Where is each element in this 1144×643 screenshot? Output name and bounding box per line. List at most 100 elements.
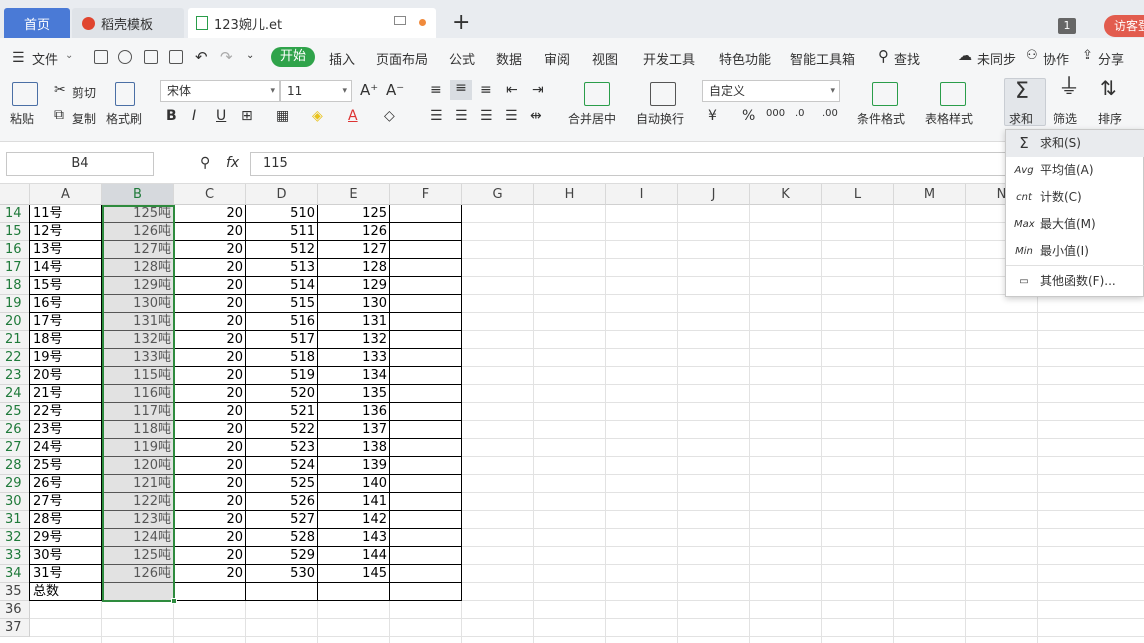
print-icon[interactable] [144,50,158,64]
sort-icon[interactable]: ⇅ [1100,78,1117,98]
tab-template[interactable]: 稻壳模板 [72,8,184,38]
align-left-icon[interactable]: ☰ [430,108,443,124]
thousands-button[interactable]: 000 [766,106,785,122]
column-header-e[interactable]: E [318,184,390,205]
cell-d[interactable]: 517 [246,331,318,349]
row-header[interactable]: 23 [0,367,30,385]
row-header[interactable]: 22 [0,349,30,367]
cell-c[interactable]: 20 [174,241,246,259]
row-header[interactable]: 32 [0,529,30,547]
cell-a[interactable]: 29号 [30,529,102,547]
column-header-d[interactable]: D [246,184,318,205]
paste-icon[interactable] [12,82,38,106]
cell-c[interactable]: 20 [174,259,246,277]
cell-d[interactable]: 526 [246,493,318,511]
percent-button[interactable]: % [742,108,755,124]
menu-insert[interactable]: 插入 [329,49,355,68]
cell-d[interactable]: 516 [246,313,318,331]
hamburger-icon[interactable]: ☰ [12,50,25,66]
redo-icon[interactable]: ↷ [220,48,233,66]
cell-a[interactable]: 20号 [30,367,102,385]
sum-menu-item-3[interactable]: Max 最大值(M) [1006,211,1144,238]
fill-handle[interactable] [171,598,177,604]
format-painter-icon[interactable] [115,82,135,106]
filter-button[interactable]: 筛选 [1053,110,1077,127]
paste-label[interactable]: 粘贴 [10,110,34,127]
row-header[interactable]: 30 [0,493,30,511]
cell-d[interactable]: 525 [246,475,318,493]
sum-menu-item-1[interactable]: Avg 平均值(A) [1006,157,1144,184]
align-right-icon[interactable]: ☰ [480,108,493,124]
cell-d[interactable]: 523 [246,439,318,457]
align-middle-icon[interactable]: ≡ [450,80,472,100]
cell-d[interactable]: 515 [246,295,318,313]
menu-developer[interactable]: 开发工具 [643,49,695,68]
align-top-icon[interactable]: ≡ [430,82,442,98]
scissors-icon[interactable]: ✂ [54,82,66,98]
more-icon[interactable]: ⌄ [246,50,254,61]
decimal-decrease-icon[interactable]: .00 [822,106,838,122]
font-size-select[interactable]: 11 ▾ [280,80,352,102]
cell-e[interactable]: 132 [318,331,390,349]
cell-a[interactable]: 17号 [30,313,102,331]
bold-button[interactable]: B [166,108,177,124]
cell-a[interactable]: 28号 [30,511,102,529]
cell-c[interactable]: 20 [174,511,246,529]
cell-a[interactable]: 23号 [30,421,102,439]
eraser-icon[interactable]: ◇ [384,108,395,124]
cell-a[interactable]: 24号 [30,439,102,457]
menu-data[interactable]: 数据 [496,49,522,68]
wrap-text-icon[interactable] [650,82,676,106]
cell-e[interactable]: 144 [318,547,390,565]
row-header[interactable]: 21 [0,331,30,349]
zoom-icon[interactable]: ⚲ [200,155,210,171]
cell-c[interactable]: 20 [174,457,246,475]
select-all-corner[interactable] [0,184,30,205]
cell-e[interactable]: 137 [318,421,390,439]
row-header[interactable]: 33 [0,547,30,565]
column-header-h[interactable]: H [534,184,606,205]
cell-a[interactable]: 14号 [30,259,102,277]
cell-d[interactable]: 530 [246,565,318,583]
cell-d[interactable]: 524 [246,457,318,475]
cell-c[interactable]: 20 [174,547,246,565]
row-header[interactable]: 18 [0,277,30,295]
menu-file[interactable]: 文件 [32,49,58,68]
column-header-k[interactable]: K [750,184,822,205]
sort-button[interactable]: 排序 [1098,110,1122,127]
cell-e[interactable]: 129 [318,277,390,295]
cell-e[interactable]: 138 [318,439,390,457]
cell-c[interactable]: 20 [174,529,246,547]
filter-icon[interactable]: ⏚ [1058,77,1080,99]
cell-a[interactable]: 25号 [30,457,102,475]
cell-e[interactable]: 125 [318,205,390,223]
cell-c[interactable]: 20 [174,439,246,457]
row-header[interactable]: 31 [0,511,30,529]
row-header[interactable]: 34 [0,565,30,583]
cell-e[interactable]: 141 [318,493,390,511]
sum-button[interactable]: Σ 求和 [1004,78,1046,126]
cell-a[interactable]: 13号 [30,241,102,259]
cell-e[interactable]: 131 [318,313,390,331]
cell-a[interactable]: 30号 [30,547,102,565]
cell-d[interactable]: 520 [246,385,318,403]
justify-icon[interactable]: ☰ [505,108,518,124]
table-style-icon[interactable] [940,82,966,106]
cell-c[interactable]: 20 [174,205,246,223]
cell-d[interactable]: 521 [246,403,318,421]
menu-features[interactable]: 特色功能 [719,49,771,68]
cell-d[interactable]: 528 [246,529,318,547]
save-icon[interactable] [94,50,108,64]
sum-menu-item-5[interactable]: ▭ 其他函数(F)... [1006,268,1144,295]
print-preview-icon[interactable] [169,50,183,64]
column-header-c[interactable]: C [174,184,246,205]
cell-c[interactable]: 20 [174,421,246,439]
row-header[interactable]: 14 [0,205,30,223]
menu-start[interactable]: 开始 [271,47,315,67]
row-header[interactable]: 25 [0,403,30,421]
menu-search[interactable]: 查找 [894,49,920,68]
cell-c[interactable]: 20 [174,493,246,511]
menu-view[interactable]: 视图 [592,49,618,68]
cell-c[interactable]: 20 [174,349,246,367]
cell-d[interactable]: 519 [246,367,318,385]
